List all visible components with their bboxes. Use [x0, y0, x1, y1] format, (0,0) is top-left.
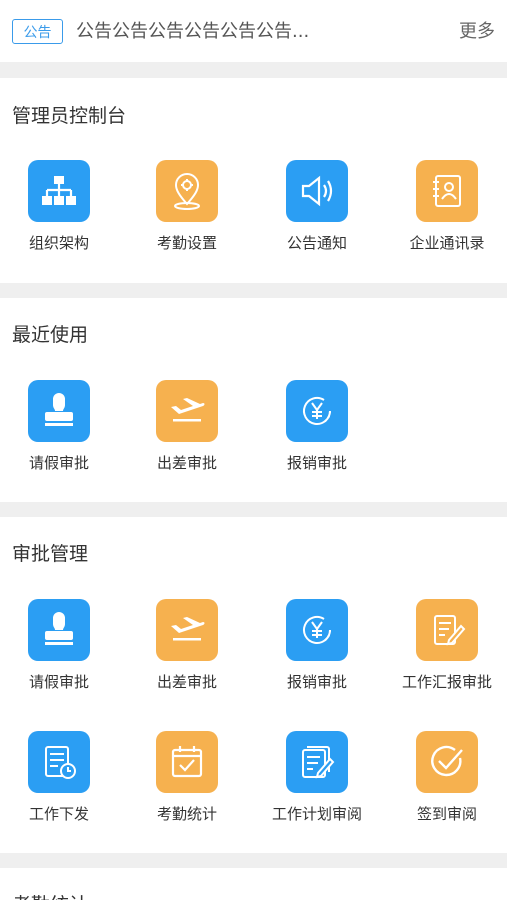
tile-announcements[interactable]: 公告通知 [254, 160, 380, 270]
tile-label: 报销审批 [286, 454, 347, 472]
tile-expense-approval[interactable]: 报销审批 [254, 599, 380, 709]
airplane-icon [156, 599, 218, 661]
calendar-check-icon [156, 731, 218, 793]
more-link[interactable]: 更多 [459, 19, 495, 45]
tile-work-plan-review[interactable]: 工作计划审阅 [254, 731, 380, 841]
tile-label: 请假审批 [28, 454, 89, 472]
location-settings-icon [156, 160, 218, 222]
tile-label: 工作汇报审批 [401, 673, 492, 691]
section-title: 最近使用 [12, 324, 89, 346]
tile-label: 签到审阅 [416, 805, 477, 823]
notice-text[interactable]: 公告公告公告公告公告公告... [76, 19, 356, 45]
section-title: 考勤统计 [12, 892, 88, 900]
tile-label: 工作下发 [28, 805, 89, 823]
stamp-icon [28, 599, 90, 661]
tile-attendance-statistics[interactable]: 考勤统计 [124, 731, 250, 841]
check-circle-icon [416, 731, 478, 793]
tile-org-structure[interactable]: 组织架构 [0, 160, 122, 270]
tile-label: 报销审批 [286, 673, 347, 691]
tile-trip-approval[interactable]: 出差审批 [124, 599, 250, 709]
section-title: 审批管理 [12, 543, 89, 565]
tile-label: 考勤统计 [156, 805, 217, 823]
approval-management-section: 审批管理 请假审批 出差审批 报销审批 工作汇报审批 工作下发 考勤统计 工作计… [0, 517, 507, 853]
tile-label: 考勤设置 [156, 234, 217, 252]
document-clock-icon [28, 731, 90, 793]
tile-label: 公告通知 [286, 234, 347, 252]
tile-expense-approval[interactable]: 报销审批 [254, 380, 380, 490]
tile-label: 工作计划审阅 [271, 805, 362, 823]
report-edit-icon [416, 599, 478, 661]
tile-work-report-approval[interactable]: 工作汇报审批 [384, 599, 507, 709]
tile-label: 组织架构 [28, 234, 89, 252]
speaker-icon [286, 160, 348, 222]
tile-label: 企业通讯录 [409, 234, 485, 252]
tile-label: 出差审批 [156, 673, 217, 691]
tile-leave-approval[interactable]: 请假审批 [0, 599, 122, 709]
recent-section: 最近使用 请假审批 出差审批 报销审批 [0, 298, 507, 502]
notes-edit-icon [286, 731, 348, 793]
tile-trip-approval[interactable]: 出差审批 [124, 380, 250, 490]
tile-checkin-review[interactable]: 签到审阅 [384, 731, 507, 841]
contacts-book-icon [416, 160, 478, 222]
tile-attendance-settings[interactable]: 考勤设置 [124, 160, 250, 270]
org-chart-icon [28, 160, 90, 222]
notice-badge: 公告 [12, 19, 63, 44]
admin-console-section: 管理员控制台 组织架构 考勤设置 公告通知 企业通讯录 [0, 78, 507, 283]
tile-label: 出差审批 [156, 454, 217, 472]
notice-bar[interactable]: 公告 公告公告公告公告公告公告... 更多 [0, 0, 507, 62]
tile-label: 请假审批 [28, 673, 89, 691]
yen-refund-icon [286, 599, 348, 661]
tile-leave-approval[interactable]: 请假审批 [0, 380, 122, 490]
section-title: 管理员控制台 [12, 105, 127, 127]
attendance-statistics-section: 考勤统计 [0, 868, 507, 900]
airplane-icon [156, 380, 218, 442]
stamp-icon [28, 380, 90, 442]
tile-company-contacts[interactable]: 企业通讯录 [384, 160, 507, 270]
tile-work-dispatch[interactable]: 工作下发 [0, 731, 122, 841]
yen-refund-icon [286, 380, 348, 442]
